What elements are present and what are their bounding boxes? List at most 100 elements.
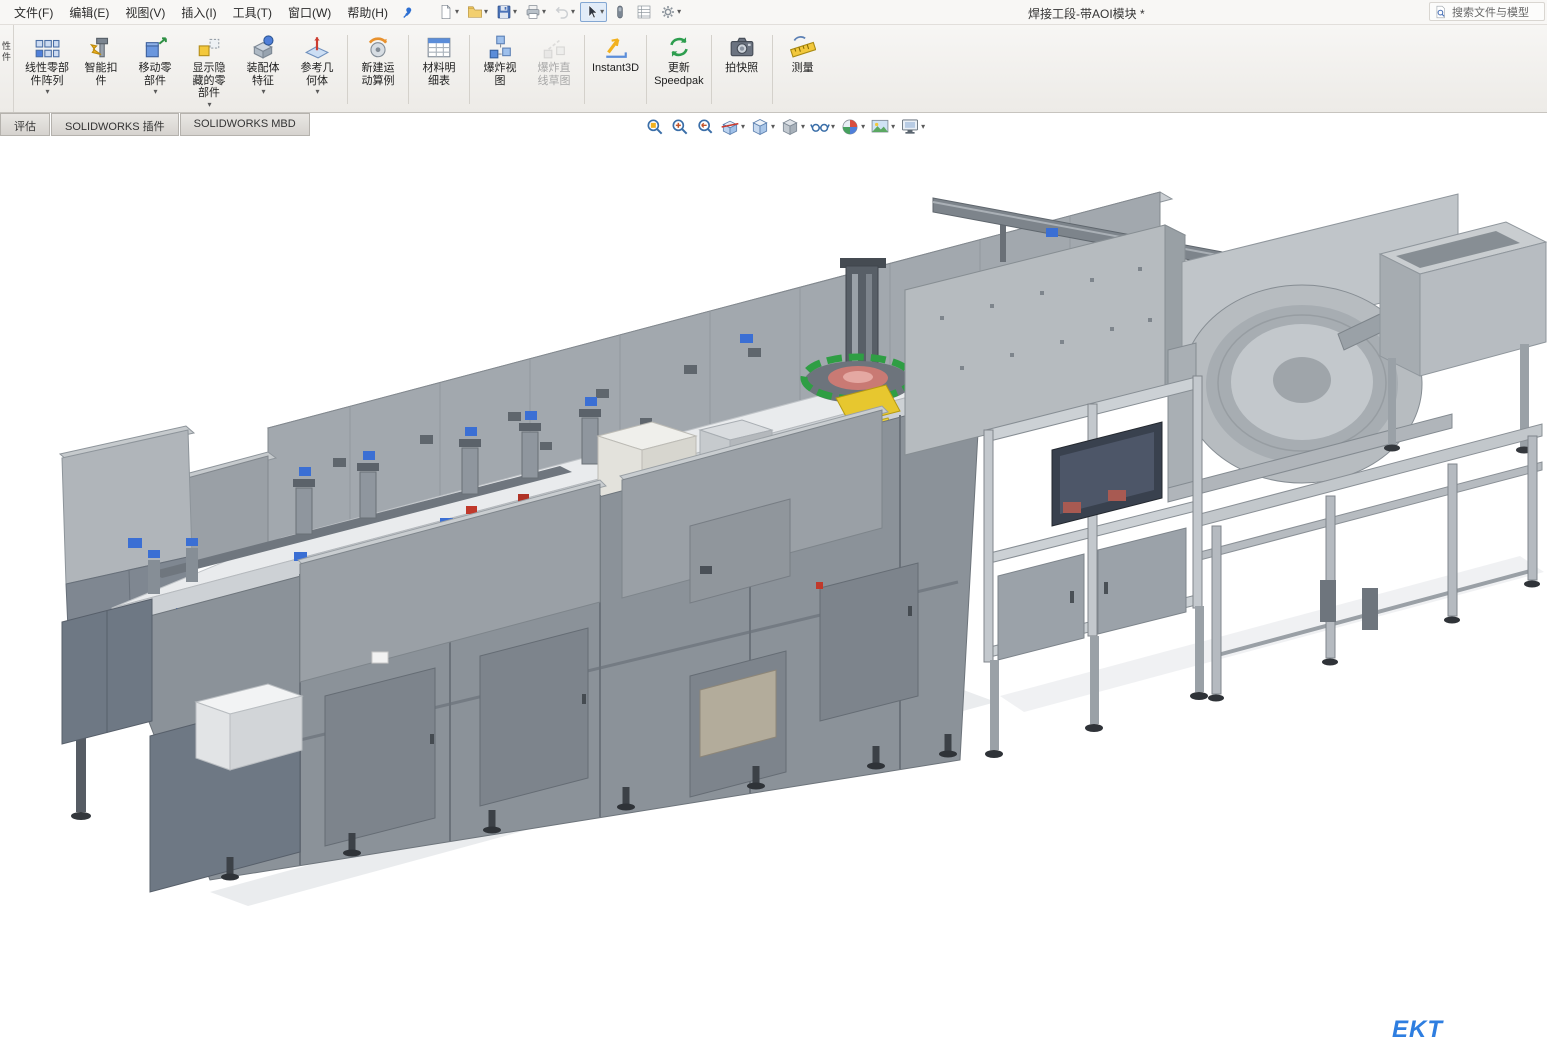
dropdown-arrow-icon: ▾ <box>484 8 488 16</box>
search-box[interactable]: 搜索文件与模型 <box>1429 2 1545 21</box>
save-icon <box>496 4 512 20</box>
print-button[interactable]: ▾ <box>522 2 549 22</box>
evaluate-list-button[interactable] <box>633 2 655 22</box>
select-button[interactable]: ▾ <box>580 2 607 22</box>
display-style-button[interactable]: ▾ <box>779 116 806 138</box>
ribbon-button-update-speedpak[interactable]: 更新Speedpak <box>650 29 708 110</box>
ribbon-buttons: 线性零部件阵列▾智能扣件移动零部件▾显示隐藏的零部件▾装配体特征▾参考几何体▾新… <box>14 25 832 112</box>
menu-item-insert[interactable]: 插入(I) <box>173 0 224 26</box>
ribbon-group-separator <box>646 35 647 104</box>
ribbon-icon-wrap <box>541 32 567 62</box>
brand-watermark: EKT <box>1392 1016 1443 1044</box>
dropdown-arrow-icon: ▾ <box>315 88 319 96</box>
print-icon <box>525 4 541 20</box>
section-view-icon <box>720 117 740 137</box>
ribbon-button-assembly-features[interactable]: 装配体特征▾ <box>236 29 290 110</box>
ribbon-icon-wrap <box>729 32 755 62</box>
ribbon-icon-wrap <box>88 32 114 62</box>
dropdown-arrow-icon: ▾ <box>571 8 575 16</box>
previous-view-icon <box>695 117 715 137</box>
left-front-cabinet[interactable] <box>62 599 152 744</box>
ribbon-button-explode-line-sketch[interactable]: 爆炸直线草图 <box>527 29 581 110</box>
ribbon-button-label: 测量 <box>792 62 814 75</box>
menu-item-edit[interactable]: 编辑(E) <box>61 0 117 26</box>
ribbon-button-linear-component-pattern[interactable]: 线性零部件阵列▾ <box>20 29 74 110</box>
pin-icon <box>400 5 415 20</box>
dropdown-arrow-icon: ▾ <box>891 123 895 131</box>
heads-up-view-toolbar: ▾▾▾▾▾▾▾ <box>644 116 926 138</box>
new-document-icon <box>438 4 454 20</box>
search-placeholder: 搜索文件与模型 <box>1452 4 1529 20</box>
previous-view-button[interactable] <box>694 116 716 138</box>
document-title: 焊接工段-带AOI模块 * <box>1028 5 1145 22</box>
touch-mode-button[interactable] <box>609 2 631 22</box>
ribbon-button-move-component[interactable]: 移动零部件▾ <box>128 29 182 110</box>
view-orientation-button[interactable]: ▾ <box>749 116 776 138</box>
save-button[interactable]: ▾ <box>493 2 520 22</box>
ribbon-button-take-snapshot[interactable]: 拍快照 <box>715 29 769 110</box>
ribbon-icon-wrap <box>34 32 60 62</box>
view-settings-button[interactable]: ▾ <box>899 116 926 138</box>
undo-icon <box>554 4 570 20</box>
ribbon-button-bill-of-materials[interactable]: 材料明细表 <box>412 29 466 110</box>
ribbon-button-label: 参考几何体 <box>301 62 334 87</box>
ribbon-button-reference-geometry[interactable]: 参考几何体▾ <box>290 29 344 110</box>
new-document-button[interactable]: ▾ <box>435 2 462 22</box>
edit-appearance-button[interactable]: ▾ <box>839 116 866 138</box>
tab-evaluate[interactable]: 评估 <box>0 113 50 136</box>
ribbon-button-label: 材料明细表 <box>423 62 456 87</box>
assembly-3d-model[interactable] <box>0 136 1547 919</box>
ribbon-group-separator <box>469 35 470 104</box>
clipped-ribbon-button[interactable]: 性 件 <box>0 25 14 112</box>
zoom-to-area-button[interactable] <box>669 116 691 138</box>
menu-item-file[interactable]: 文件(F) <box>6 0 61 26</box>
tab-solidworks-addins[interactable]: SOLIDWORKS 插件 <box>51 113 179 136</box>
quick-access-toolbar: ▾ ▾ ▾ ▾ ▾ ▾ ▾ <box>435 2 684 22</box>
graphics-viewport[interactable]: EKT <box>0 136 1547 919</box>
linear-pattern-icon <box>34 34 60 60</box>
open-button[interactable]: ▾ <box>464 2 491 22</box>
ribbon-icon-wrap <box>426 32 452 62</box>
options-button[interactable]: ▾ <box>657 2 684 22</box>
command-manager-tabs: 评估SOLIDWORKS 插件SOLIDWORKS MBD <box>0 113 311 136</box>
dropdown-arrow-icon: ▾ <box>831 123 835 131</box>
move-component-icon <box>142 34 168 60</box>
command-manager-ribbon: 性 件 线性零部件阵列▾智能扣件移动零部件▾显示隐藏的零部件▾装配体特征▾参考几… <box>0 25 1547 113</box>
ribbon-button-label: Instant3D <box>592 62 639 75</box>
ribbon-icon-wrap <box>304 32 330 62</box>
undo-button[interactable]: ▾ <box>551 2 578 22</box>
ribbon-button-label: 显示隐藏的零部件 <box>193 62 226 100</box>
hide-show-items-button[interactable]: ▾ <box>809 116 836 138</box>
ribbon-icon-wrap <box>790 32 816 62</box>
ribbon-button-smart-fasteners[interactable]: 智能扣件 <box>74 29 128 110</box>
ribbon-button-label: 爆炸视图 <box>484 62 517 87</box>
ribbon-button-show-hidden-components[interactable]: 显示隐藏的零部件▾ <box>182 29 236 110</box>
ribbon-group-separator <box>408 35 409 104</box>
dropdown-arrow-icon: ▾ <box>921 123 925 131</box>
menu-item-help[interactable]: 帮助(H) <box>339 0 396 26</box>
clipped-label-top: 性 <box>0 41 13 52</box>
dropdown-arrow-icon: ▾ <box>513 8 517 16</box>
ribbon-button-label: 拍快照 <box>725 62 758 75</box>
ribbon-icon-wrap <box>365 32 391 62</box>
ribbon-button-exploded-view[interactable]: 爆炸视图 <box>473 29 527 110</box>
zoom-to-fit-button[interactable] <box>644 116 666 138</box>
menu-item-view[interactable]: 视图(V) <box>117 0 173 26</box>
dropdown-arrow-icon: ▾ <box>207 101 211 109</box>
ribbon-icon-wrap <box>196 32 222 62</box>
pin-menu-icon[interactable] <box>400 5 415 20</box>
ribbon-button-measure[interactable]: 测量 <box>776 29 830 110</box>
measure-icon <box>790 34 816 60</box>
ribbon-button-new-motion-study[interactable]: 新建运动算例 <box>351 29 405 110</box>
ribbon-button-label: 线性零部件阵列 <box>25 62 69 87</box>
ribbon-button-instant3d[interactable]: Instant3D <box>588 29 643 110</box>
section-view-button[interactable]: ▾ <box>719 116 746 138</box>
dropdown-arrow-icon: ▾ <box>45 88 49 96</box>
menu-item-window[interactable]: 窗口(W) <box>280 0 339 26</box>
menu-bar: 文件(F)编辑(E)视图(V)插入(I)工具(T)窗口(W)帮助(H) ▾▾▾▾… <box>0 0 1547 25</box>
menu-item-tools[interactable]: 工具(T) <box>225 0 280 26</box>
apply-scene-button[interactable]: ▾ <box>869 116 896 138</box>
tab-solidworks-mbd[interactable]: SOLIDWORKS MBD <box>180 113 310 136</box>
ribbon-icon-wrap <box>250 32 276 62</box>
zoom-to-fit-icon <box>645 117 665 137</box>
